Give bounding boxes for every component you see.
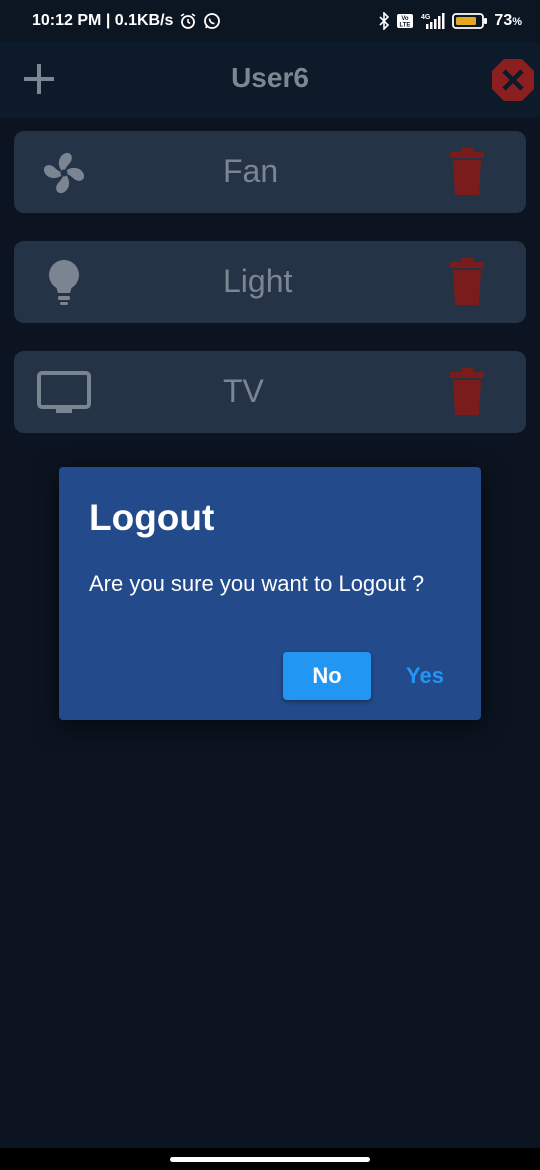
- battery-icon: [452, 12, 488, 30]
- dialog-message: Are you sure you want to Logout ?: [89, 571, 425, 596]
- svg-text:LTE: LTE: [400, 23, 411, 29]
- device-card-tv[interactable]: TV: [14, 351, 526, 433]
- navigation-bar: [0, 1148, 540, 1170]
- yes-button[interactable]: Yes: [389, 652, 461, 700]
- trash-icon[interactable]: [448, 367, 486, 417]
- tv-icon: [36, 365, 92, 421]
- alarm-icon: [179, 12, 197, 30]
- logout-dialog: Logout Are you sure you want to Logout ?…: [59, 467, 481, 720]
- signal-icon: 4G: [420, 12, 446, 30]
- status-right: Vo LTE 4G 73%: [378, 12, 522, 30]
- device-name: Light: [223, 263, 293, 299]
- trash-icon[interactable]: [448, 147, 486, 197]
- bluetooth-icon: [378, 12, 390, 30]
- fan-icon: [36, 145, 92, 201]
- close-octagon-icon[interactable]: [490, 57, 536, 103]
- battery-unit: %: [512, 16, 522, 28]
- battery-level: 73%: [494, 12, 522, 29]
- page-title: User6: [231, 62, 309, 93]
- device-card-light[interactable]: Light: [14, 241, 526, 323]
- trash-icon[interactable]: [448, 257, 486, 307]
- app-header: User6: [0, 42, 540, 118]
- device-card-fan[interactable]: Fan: [14, 131, 526, 213]
- home-indicator[interactable]: [170, 1157, 370, 1162]
- volte-icon: Vo LTE: [396, 13, 414, 29]
- svg-text:Vo: Vo: [402, 16, 410, 22]
- dialog-title: Logout: [89, 497, 215, 538]
- status-time: 10:12 PM | 0.1KB/s: [32, 12, 174, 29]
- no-button[interactable]: No: [283, 652, 371, 700]
- status-bar: 10:12 PM | 0.1KB/s Vo LTE 4G 73%: [0, 0, 540, 42]
- device-name: Fan: [223, 153, 279, 189]
- status-left: 10:12 PM | 0.1KB/s: [32, 12, 221, 30]
- bulb-icon: [36, 255, 92, 311]
- network-type: 4G: [421, 14, 431, 21]
- whatsapp-icon: [203, 12, 221, 30]
- device-name: TV: [223, 373, 264, 409]
